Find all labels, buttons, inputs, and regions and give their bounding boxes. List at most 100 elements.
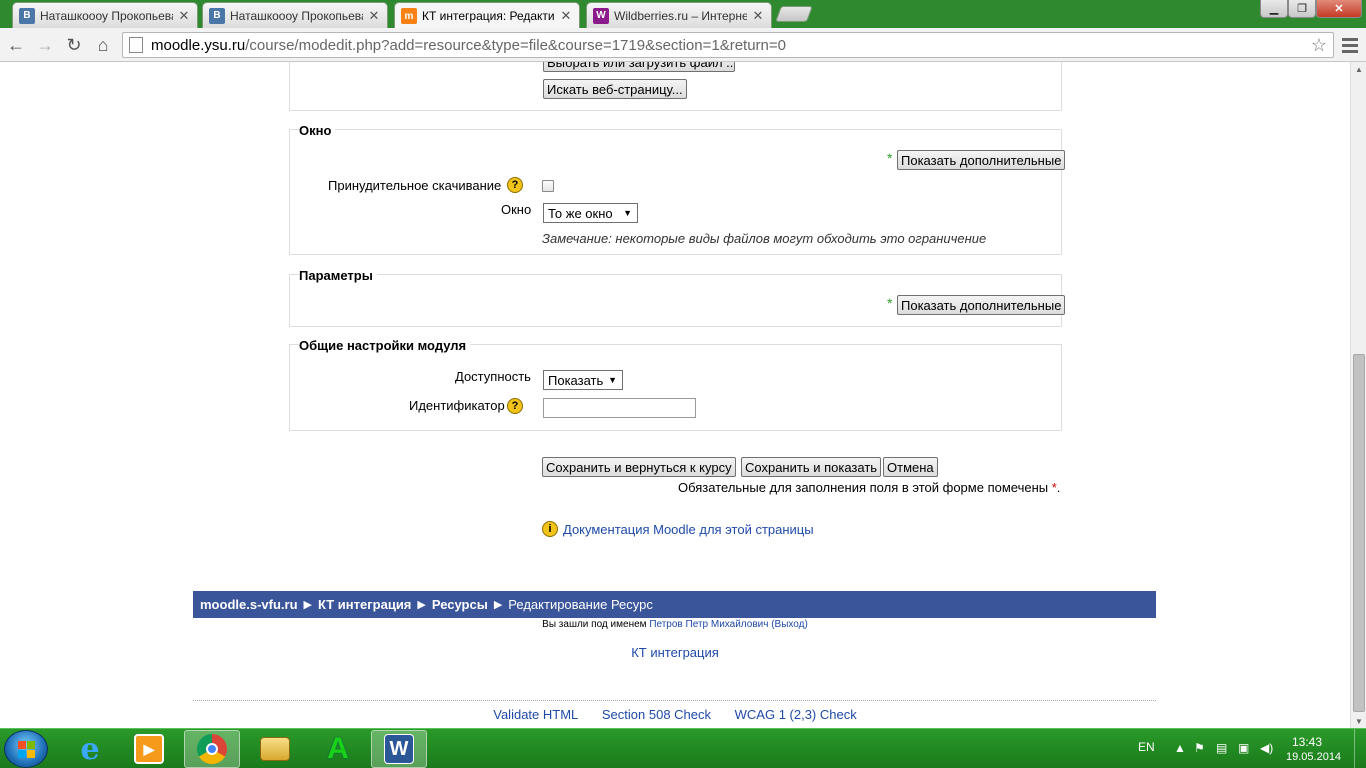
back-arrow-icon[interactable]: ← xyxy=(4,33,28,57)
show-more-button[interactable]: Показать дополнительные xyxy=(897,150,1066,170)
user-profile-link[interactable]: Петров Петр Михайлович xyxy=(649,619,768,630)
course-home-link-wrap: КТ интеграция xyxy=(0,645,1350,660)
help-icon[interactable]: ? xyxy=(507,177,523,193)
breadcrumb: moodle.s-vfu.ru ▶ КТ интеграция ▶ Ресурс… xyxy=(193,591,1156,618)
moodle-favicon-icon: m xyxy=(401,8,417,24)
url-path: /course/modedit.php?add=resource&type=fi… xyxy=(245,36,786,54)
clock-time[interactable]: 13:43 xyxy=(1292,735,1322,749)
browser-tab-1[interactable]: B Наташкоооу Прокопьева ✕ xyxy=(12,2,198,28)
moodle-docs-link[interactable]: i Документация Moodle для этой страницы xyxy=(542,521,814,537)
login-info: Вы зашли под именем Петров Петр Михайлов… xyxy=(0,619,1350,630)
media-player-taskbar-icon[interactable]: ▶ xyxy=(121,730,177,768)
browser-tab-2[interactable]: B Наташкоооу Прокопьева ✕ xyxy=(202,2,388,28)
tab-close-icon[interactable]: ✕ xyxy=(177,8,191,24)
browser-tab-3[interactable]: m КТ интеграция: Редактир ✕ xyxy=(394,2,580,29)
clock-date[interactable]: 19.05.2014 xyxy=(1286,751,1341,763)
reload-icon[interactable]: ↻ xyxy=(62,33,86,57)
logout-link[interactable]: (Выход) xyxy=(771,619,808,630)
tab-close-icon[interactable]: ✕ xyxy=(367,8,381,24)
scrollbar-thumb[interactable] xyxy=(1353,354,1365,712)
home-icon[interactable]: ⌂ xyxy=(91,33,115,57)
green-app-taskbar-icon[interactable]: A xyxy=(310,730,366,768)
page-viewport: Выбрать или загрузить файл ... Искать ве… xyxy=(0,62,1350,728)
wildberries-favicon-icon: W xyxy=(593,7,609,24)
show-hidden-icons-icon[interactable]: ▲ xyxy=(1174,741,1186,755)
force-download-checkbox[interactable] xyxy=(542,180,554,192)
window-note: Замечание: некоторые виды файлов могут о… xyxy=(542,231,987,246)
id-number-input[interactable] xyxy=(543,398,696,418)
bookmark-star-icon[interactable]: ☆ xyxy=(1311,35,1327,56)
help-icon[interactable]: ? xyxy=(507,398,523,414)
availability-label: Доступность xyxy=(455,369,531,384)
tab-title: Наташкоооу Прокопьева xyxy=(40,8,173,23)
device-icon[interactable]: ▤ xyxy=(1216,741,1227,755)
save-and-display-button[interactable]: Сохранить и показать xyxy=(741,457,882,477)
language-indicator[interactable]: EN xyxy=(1138,740,1155,754)
module-settings-fieldset: Общие настройки модуля Доступность Показ… xyxy=(289,338,1062,431)
tab-title: Wildberries.ru – Интернет xyxy=(614,8,747,23)
required-fields-note: Обязательные для заполнения поля в этой … xyxy=(678,480,1060,495)
chrome-icon xyxy=(197,734,227,764)
window-fieldset: Окно * Показать дополнительные Принудите… xyxy=(289,123,1066,255)
breadcrumb-item-current: Редактирование Ресурс xyxy=(508,597,653,612)
breadcrumb-item-course[interactable]: КТ интеграция xyxy=(318,597,411,612)
breadcrumb-item-home[interactable]: moodle.s-vfu.ru xyxy=(200,597,298,612)
new-tab-button[interactable] xyxy=(775,6,813,22)
browser-toolbar: ← → ↻ ⌂ moodle.ysu.ru/course/modedit.php… xyxy=(0,28,1366,62)
save-and-return-button[interactable]: Сохранить и вернуться к курсу xyxy=(542,457,736,477)
windows-taskbar: e ▶ A W EN ▲ ⚑ ▤ ▣ ◀) 13:43 19.05.2014 xyxy=(0,728,1366,768)
validate-html-link[interactable]: Validate HTML xyxy=(493,707,578,722)
choose-file-button[interactable]: Выбрать или загрузить файл ... xyxy=(543,62,735,72)
close-window-button[interactable]: ✕ xyxy=(1316,0,1362,18)
show-more-button[interactable]: Показать дополнительные xyxy=(897,295,1066,315)
folder-icon xyxy=(260,737,290,761)
params-fieldset: Параметры * Показать дополнительные xyxy=(289,268,1066,327)
action-center-flag-icon[interactable]: ⚑ xyxy=(1194,741,1205,755)
network-icon[interactable]: ▣ xyxy=(1238,741,1249,755)
scroll-up-arrow-icon[interactable]: ▲ xyxy=(1351,62,1366,76)
forward-arrow-icon[interactable]: → xyxy=(33,33,57,57)
id-label: Идентификатор xyxy=(409,398,505,413)
volume-icon[interactable]: ◀) xyxy=(1260,741,1273,755)
required-note-period: . xyxy=(1056,480,1061,495)
maximize-window-button[interactable]: ❐ xyxy=(1288,0,1316,18)
start-button[interactable] xyxy=(4,730,48,768)
show-desktop-button[interactable] xyxy=(1354,729,1366,768)
vk-favicon-icon: B xyxy=(209,7,225,24)
breadcrumb-separator-icon: ▶ xyxy=(417,599,426,611)
login-info-prefix: Вы зашли под именем xyxy=(542,619,647,630)
window-select[interactable]: То же окно ▼ xyxy=(543,203,638,223)
file-fieldset: Выбрать или загрузить файл ... Искать ве… xyxy=(289,62,1062,111)
url-host: moodle.ysu.ru xyxy=(151,36,246,54)
params-legend: Параметры xyxy=(299,268,377,283)
window-legend: Окно xyxy=(299,123,336,138)
scroll-down-arrow-icon[interactable]: ▼ xyxy=(1351,714,1366,728)
dropdown-caret-icon: ▼ xyxy=(623,208,632,218)
info-icon: i xyxy=(542,521,558,537)
moodle-docs-link-text[interactable]: Документация Moodle для этой страницы xyxy=(563,522,814,537)
address-bar[interactable]: moodle.ysu.ru/course/modedit.php?add=res… xyxy=(122,32,1334,58)
minimize-window-button[interactable]: ▁ xyxy=(1260,0,1288,18)
browser-tab-4[interactable]: W Wildberries.ru – Интернет ✕ xyxy=(586,2,772,28)
word-taskbar-icon[interactable]: W xyxy=(371,730,427,768)
vertical-scrollbar[interactable]: ▲ ▼ xyxy=(1350,62,1366,728)
windows-logo-icon xyxy=(18,741,36,759)
page-icon xyxy=(129,37,143,53)
wcag-check-link[interactable]: WCAG 1 (2,3) Check xyxy=(735,707,857,722)
tab-close-icon[interactable]: ✕ xyxy=(751,8,765,24)
breadcrumb-item-resources[interactable]: Ресурсы xyxy=(432,597,488,612)
internet-explorer-taskbar-icon[interactable]: e xyxy=(62,730,118,768)
chrome-taskbar-icon[interactable] xyxy=(184,730,240,768)
cancel-button[interactable]: Отмена xyxy=(883,457,938,477)
ie-icon: e xyxy=(80,731,100,767)
hamburger-menu-icon[interactable] xyxy=(1338,33,1362,57)
vk-favicon-icon: B xyxy=(19,7,35,24)
window-select-value: То же окно xyxy=(548,205,613,221)
breadcrumb-separator-icon: ▶ xyxy=(493,599,503,611)
search-web-button[interactable]: Искать веб-страницу... xyxy=(543,79,687,99)
tab-close-icon[interactable]: ✕ xyxy=(559,8,573,24)
course-home-link[interactable]: КТ интеграция xyxy=(631,645,719,660)
file-explorer-taskbar-icon[interactable] xyxy=(247,730,303,768)
section-508-link[interactable]: Section 508 Check xyxy=(602,707,711,722)
availability-select[interactable]: Показать ▼ xyxy=(543,370,623,390)
